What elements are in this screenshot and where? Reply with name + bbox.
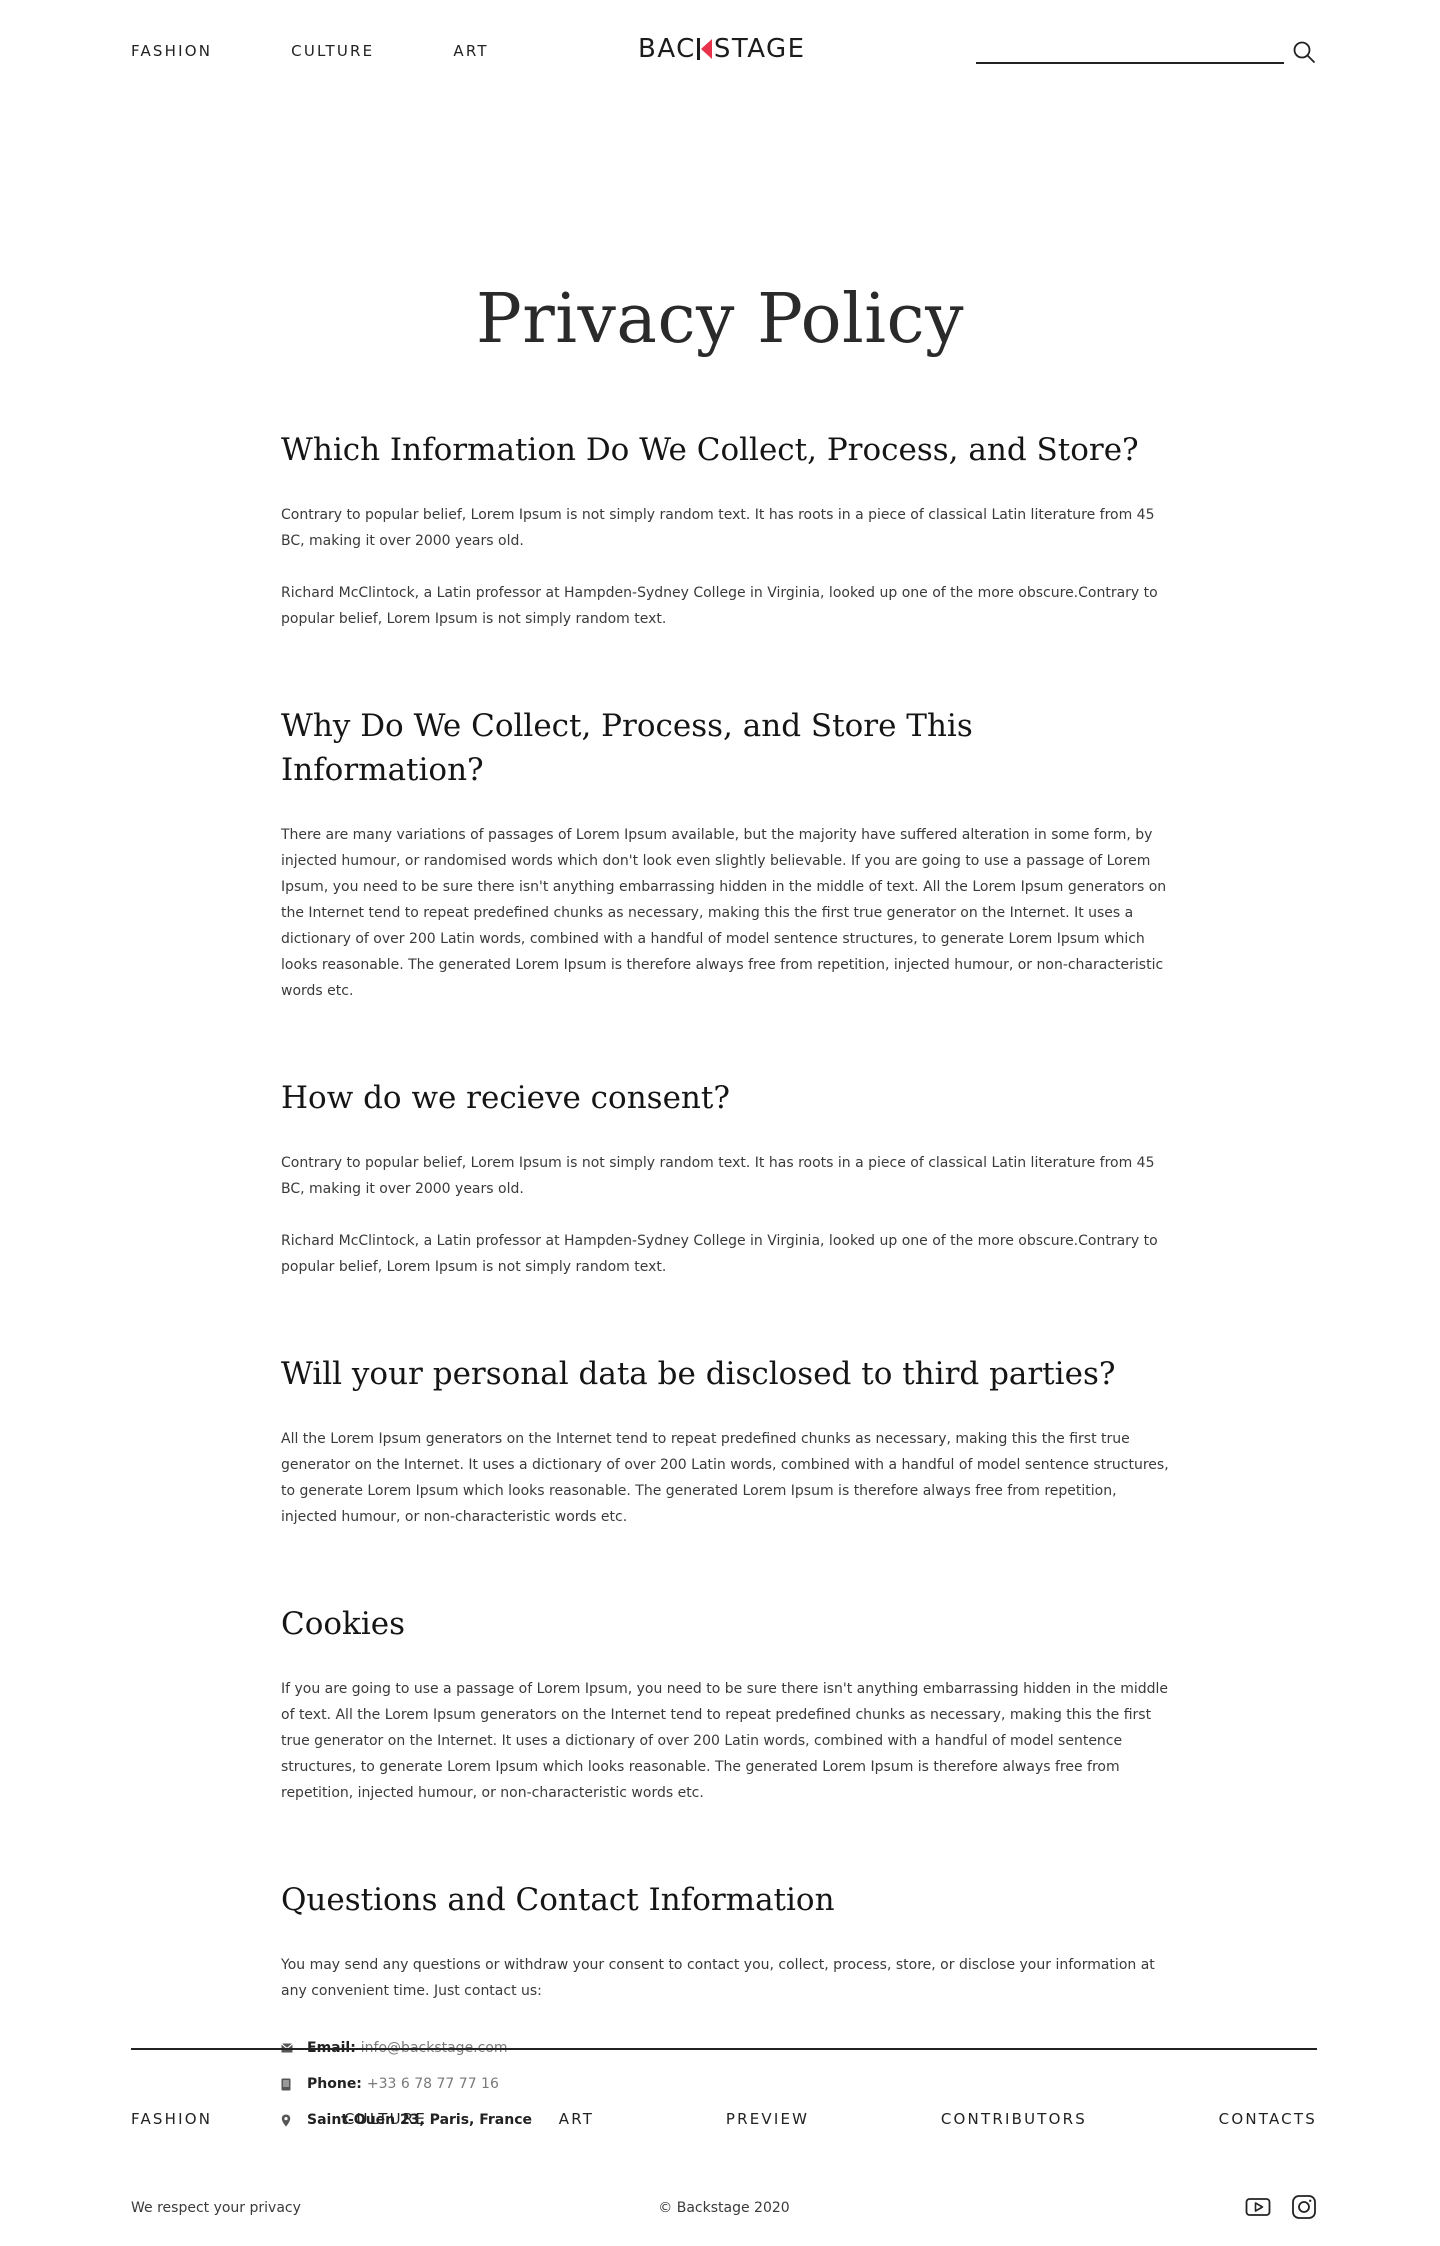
footer-nav: FASHION CULTURE ART PREVIEW CONTRIBUTORS… [131,2110,1317,2128]
search-bar [976,34,1316,66]
footer-link-contacts[interactable]: CONTACTS [1219,2110,1317,2128]
logo-mark-icon [696,38,713,60]
search-input[interactable] [976,34,1284,64]
section-paragraph: You may send any questions or withdraw y… [281,1957,1155,1999]
section-paragraph: All the Lorem Ipsum generators on the In… [281,1431,1169,1525]
logo-text-right: STAGE [713,34,806,64]
policy-content: Which Information Do We Collect, Process… [281,428,1171,2184]
logo-text-left: BAC [638,34,696,64]
youtube-icon[interactable] [1245,2194,1271,2220]
footer-bottom: We respect your privacy © Backstage 2020 [131,2194,1317,2224]
section-paragraph: There are many variations of passages of… [281,827,1167,999]
site-footer: FASHION CULTURE ART PREVIEW CONTRIBUTORS… [131,2048,1317,2224]
policy-section: Why Do We Collect, Process, and Store Th… [281,704,1171,1076]
section-paragraph: Richard McClintock, a Latin professor at… [281,1233,1158,1275]
section-heading: Cookies [281,1606,405,1642]
top-nav: FASHION CULTURE ART [131,42,568,60]
page-title: Privacy Policy [475,280,964,359]
section-heading: Will your personal data be disclosed to … [281,1356,1116,1392]
section-paragraph: Contrary to popular belief, Lorem Ipsum … [281,507,1155,549]
policy-section: Cookies If you are going to use a passag… [281,1602,1171,1878]
footer-link-fashion[interactable]: FASHION [131,2110,212,2128]
policy-section: Which Information Do We Collect, Process… [281,428,1171,704]
section-paragraph: Richard McClintock, a Latin professor at… [281,585,1158,627]
footer-link-art[interactable]: ART [559,2110,594,2128]
section-paragraph: Contrary to popular belief, Lorem Ipsum … [281,1155,1155,1197]
policy-section: Will your personal data be disclosed to … [281,1352,1171,1602]
instagram-icon[interactable] [1291,2194,1317,2220]
site-header: FASHION CULTURE ART BAC STAGE [0,0,1440,110]
copyright: © Backstage 2020 [658,2200,790,2216]
footer-link-culture[interactable]: CULTURE [344,2110,427,2128]
section-heading: Why Do We Collect, Process, and Store Th… [281,708,973,788]
section-heading: Which Information Do We Collect, Process… [281,432,1139,468]
section-heading: How do we recieve consent? [281,1080,730,1116]
nav-link-art[interactable]: ART [453,42,488,60]
search-icon[interactable] [1292,40,1316,64]
footer-link-contributors[interactable]: CONTRIBUTORS [941,2110,1087,2128]
footer-divider [131,2048,1317,2050]
section-heading: Questions and Contact Information [281,1882,835,1918]
backstage-logo[interactable]: BAC STAGE [638,34,806,64]
social-links [1245,2194,1317,2220]
nav-link-fashion[interactable]: FASHION [131,42,212,60]
policy-section: How do we recieve consent? Contrary to p… [281,1076,1171,1352]
section-paragraph: If you are going to use a passage of Lor… [281,1681,1169,1801]
nav-link-culture[interactable]: CULTURE [291,42,374,60]
footer-link-preview[interactable]: PREVIEW [726,2110,809,2128]
